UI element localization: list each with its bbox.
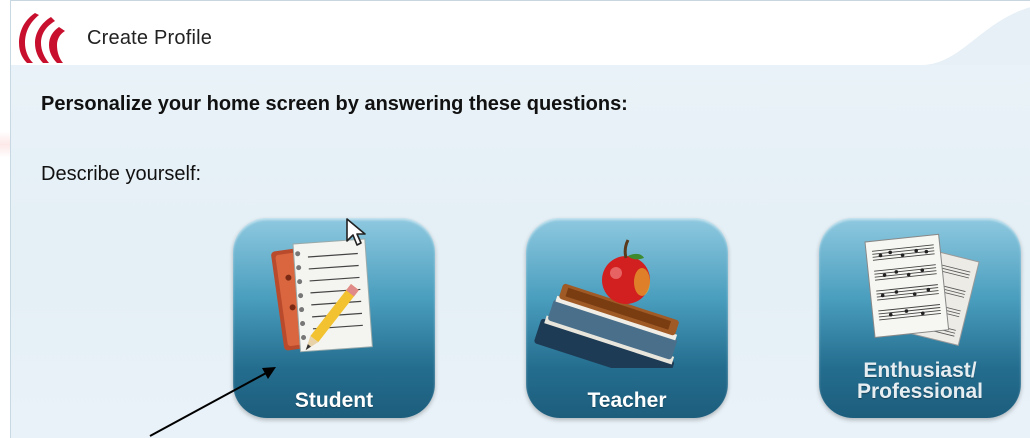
books-apple-icon bbox=[534, 239, 679, 368]
sheet-music-icon bbox=[864, 233, 980, 347]
cc-logo-icon bbox=[19, 13, 65, 63]
teacher-option-button[interactable]: Teacher bbox=[526, 218, 728, 418]
page-heading: Personalize your home screen by answerin… bbox=[41, 93, 628, 115]
student-label: Student bbox=[294, 389, 374, 412]
describe-prompt: Describe yourself: bbox=[41, 163, 202, 185]
title-bar-curve bbox=[921, 7, 1030, 65]
left-edge-strip bbox=[0, 0, 10, 438]
student-option-button[interactable]: Student bbox=[233, 218, 435, 418]
mouse-cursor-icon bbox=[346, 218, 366, 246]
enthusiast-label: Enthusiast/ bbox=[863, 359, 977, 382]
teacher-label: Teacher bbox=[587, 389, 667, 412]
create-profile-window: Create Profile Personalize your home scr… bbox=[10, 0, 1030, 438]
window-title: Create Profile bbox=[87, 27, 213, 49]
enthusiast-professional-option-button[interactable]: Enthusiast/ Professional bbox=[819, 218, 1021, 418]
notebook-pencil-icon bbox=[271, 238, 373, 353]
title-bar: Create Profile bbox=[11, 0, 1030, 65]
professional-label: Professional bbox=[856, 380, 984, 403]
